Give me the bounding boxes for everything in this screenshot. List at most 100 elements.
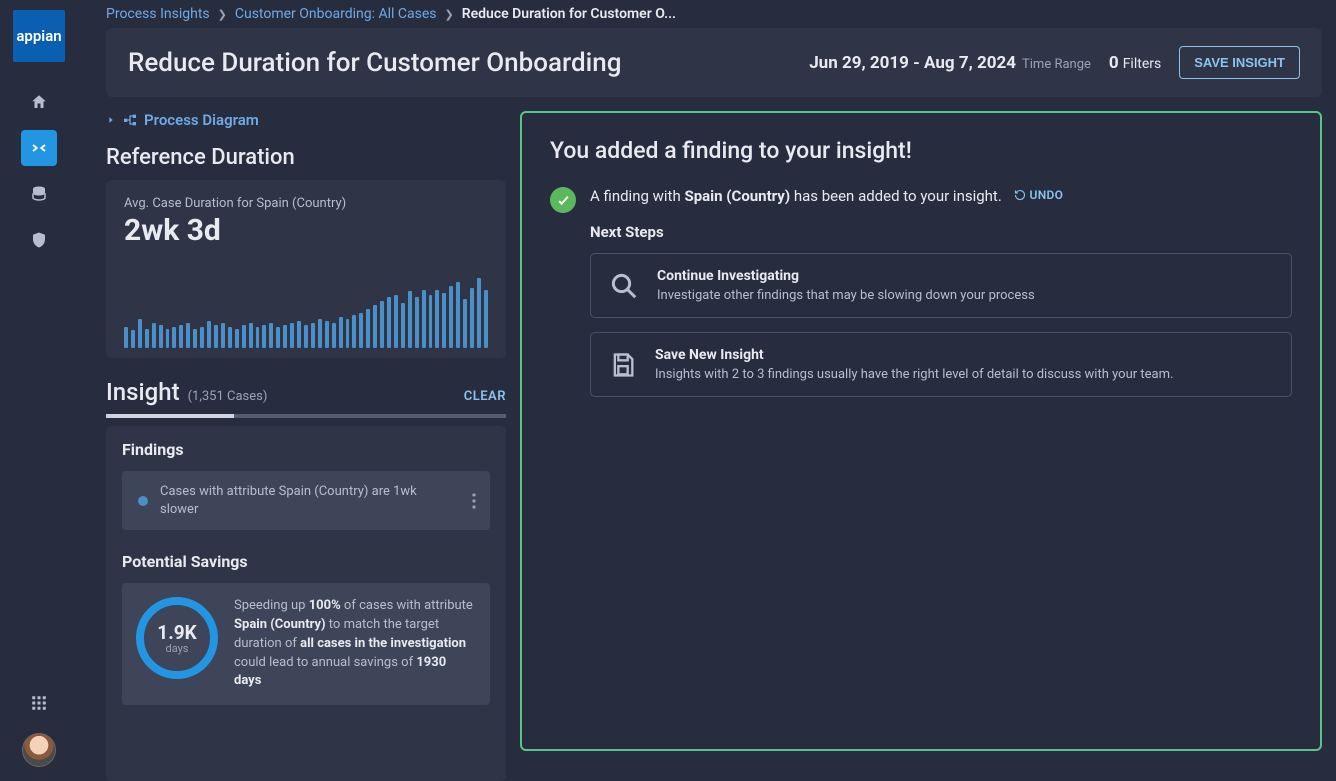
nav-process[interactable] bbox=[21, 130, 57, 166]
success-check-icon bbox=[550, 187, 576, 213]
save-icon bbox=[609, 351, 637, 379]
chart-bar bbox=[380, 301, 384, 348]
reference-duration-card: Avg. Case Duration for Spain (Country) 2… bbox=[106, 180, 506, 358]
chart-bar bbox=[166, 329, 170, 349]
save-new-insight-card[interactable]: Save New Insight Insights with 2 to 3 fi… bbox=[590, 332, 1292, 397]
insight-case-count: (1,351 Cases) bbox=[188, 389, 268, 404]
breadcrumb: Process Insights ❯ Customer Onboarding: … bbox=[106, 6, 1322, 28]
chart-bar bbox=[373, 305, 377, 348]
savings-description: Speeding up 100% of cases with attribute… bbox=[234, 597, 476, 691]
breadcrumb-process-insights[interactable]: Process Insights bbox=[106, 6, 210, 22]
chart-bar bbox=[179, 325, 183, 348]
chart-bar bbox=[463, 299, 467, 348]
insight-progress bbox=[106, 414, 506, 418]
chart-bar bbox=[235, 329, 239, 349]
nav-home[interactable] bbox=[21, 84, 57, 120]
page-title: Reduce Duration for Customer Onboarding bbox=[128, 48, 621, 78]
process-icon bbox=[30, 139, 48, 157]
nav-security[interactable] bbox=[21, 222, 57, 258]
chart-bar bbox=[359, 313, 363, 348]
chart-bar bbox=[394, 295, 398, 348]
grid-icon bbox=[30, 694, 48, 712]
potential-savings-title: Potential Savings bbox=[122, 552, 490, 571]
chart-bar bbox=[207, 321, 211, 348]
nav-rail: appian bbox=[0, 0, 78, 781]
chart-bar bbox=[325, 321, 329, 348]
filters[interactable]: 0 Filters bbox=[1109, 53, 1161, 73]
chart-bar bbox=[290, 323, 294, 348]
chart-bar bbox=[366, 309, 370, 348]
chart-bar bbox=[352, 315, 356, 348]
chevron-right-icon: ❯ bbox=[445, 8, 454, 21]
page-header: Reduce Duration for Customer Onboarding … bbox=[106, 28, 1322, 97]
chart-bar bbox=[124, 327, 128, 348]
chart-bar bbox=[435, 290, 439, 349]
undo-button[interactable]: UNDO bbox=[1014, 188, 1064, 202]
time-range-dates: Jun 29, 2019 - Aug 7, 2024 bbox=[809, 53, 1016, 73]
chart-bar bbox=[186, 323, 190, 348]
chart-bar bbox=[484, 290, 488, 349]
chart-bar bbox=[429, 295, 433, 348]
chart-bar bbox=[242, 325, 246, 348]
breadcrumb-all-cases[interactable]: Customer Onboarding: All Cases bbox=[235, 6, 437, 22]
chart-bar bbox=[477, 278, 481, 348]
nav-database[interactable] bbox=[21, 176, 57, 212]
chart-bar bbox=[228, 327, 232, 348]
chart-bar bbox=[256, 327, 260, 348]
reference-duration-chart bbox=[124, 270, 488, 348]
time-range-label: Time Range bbox=[1022, 57, 1091, 72]
chart-bar bbox=[152, 323, 156, 348]
confirmation-heading: You added a finding to your insight! bbox=[550, 137, 1292, 164]
continue-investigating-card[interactable]: Continue Investigating Investigate other… bbox=[590, 253, 1292, 318]
diagram-icon bbox=[122, 112, 138, 128]
chart-bar bbox=[138, 319, 142, 348]
chart-bar bbox=[145, 329, 149, 349]
finding-menu-button[interactable] bbox=[468, 493, 480, 509]
finding-item[interactable]: Cases with attribute Spain (Country) are… bbox=[122, 471, 490, 530]
chart-bar bbox=[200, 327, 204, 348]
process-diagram-label: Process Diagram bbox=[144, 111, 259, 129]
chart-bar bbox=[283, 325, 287, 348]
nav-apps[interactable] bbox=[21, 685, 57, 721]
chart-bar bbox=[276, 327, 280, 348]
finding-dot-icon bbox=[138, 496, 148, 506]
chart-bar bbox=[442, 293, 446, 348]
chart-bar bbox=[131, 330, 135, 348]
chevron-right-icon: ❯ bbox=[218, 8, 227, 21]
confirmation-message: A finding with Spain (Country) has been … bbox=[590, 187, 1006, 205]
chart-bar bbox=[449, 286, 453, 348]
chart-bar bbox=[262, 325, 266, 348]
chart-bar bbox=[346, 319, 350, 348]
search-icon bbox=[609, 271, 639, 301]
chart-bar bbox=[304, 325, 308, 348]
clear-insight-button[interactable]: CLEAR bbox=[464, 389, 506, 404]
next-steps-label: Next Steps bbox=[590, 223, 1292, 241]
brand-logo: appian bbox=[13, 10, 65, 62]
insight-confirmation-panel: You added a finding to your insight! A f… bbox=[520, 111, 1322, 751]
chart-bar bbox=[456, 282, 460, 348]
savings-ring: 1.9K days bbox=[136, 597, 218, 679]
process-diagram-link[interactable]: Process Diagram bbox=[106, 111, 506, 129]
savings-ring-value: 1.9K bbox=[157, 621, 196, 644]
chart-bar bbox=[159, 325, 163, 348]
chart-bar bbox=[193, 329, 197, 349]
reference-duration-label: Avg. Case Duration for Spain (Country) bbox=[124, 196, 488, 211]
insight-card: Findings Cases with attribute Spain (Cou… bbox=[106, 426, 506, 781]
reference-duration-title: Reference Duration bbox=[106, 145, 506, 170]
chart-bar bbox=[297, 321, 301, 348]
user-avatar[interactable] bbox=[22, 733, 56, 767]
continue-investigating-title: Continue Investigating bbox=[657, 268, 1035, 284]
main-area: Process Insights ❯ Customer Onboarding: … bbox=[78, 0, 1336, 781]
chart-bar bbox=[415, 297, 419, 348]
continue-investigating-desc: Investigate other findings that may be s… bbox=[657, 288, 1035, 303]
shield-icon bbox=[30, 231, 48, 249]
save-insight-button[interactable]: SAVE INSIGHT bbox=[1179, 46, 1300, 79]
save-new-insight-desc: Insights with 2 to 3 findings usually ha… bbox=[655, 367, 1173, 382]
home-icon bbox=[30, 93, 48, 111]
save-new-insight-title: Save New Insight bbox=[655, 347, 1173, 363]
chart-bar bbox=[401, 303, 405, 348]
time-range[interactable]: Jun 29, 2019 - Aug 7, 2024 Time Range bbox=[809, 53, 1091, 73]
chart-bar bbox=[422, 290, 426, 349]
finding-text: Cases with attribute Spain (Country) are… bbox=[160, 483, 456, 518]
chart-bar bbox=[470, 288, 474, 348]
